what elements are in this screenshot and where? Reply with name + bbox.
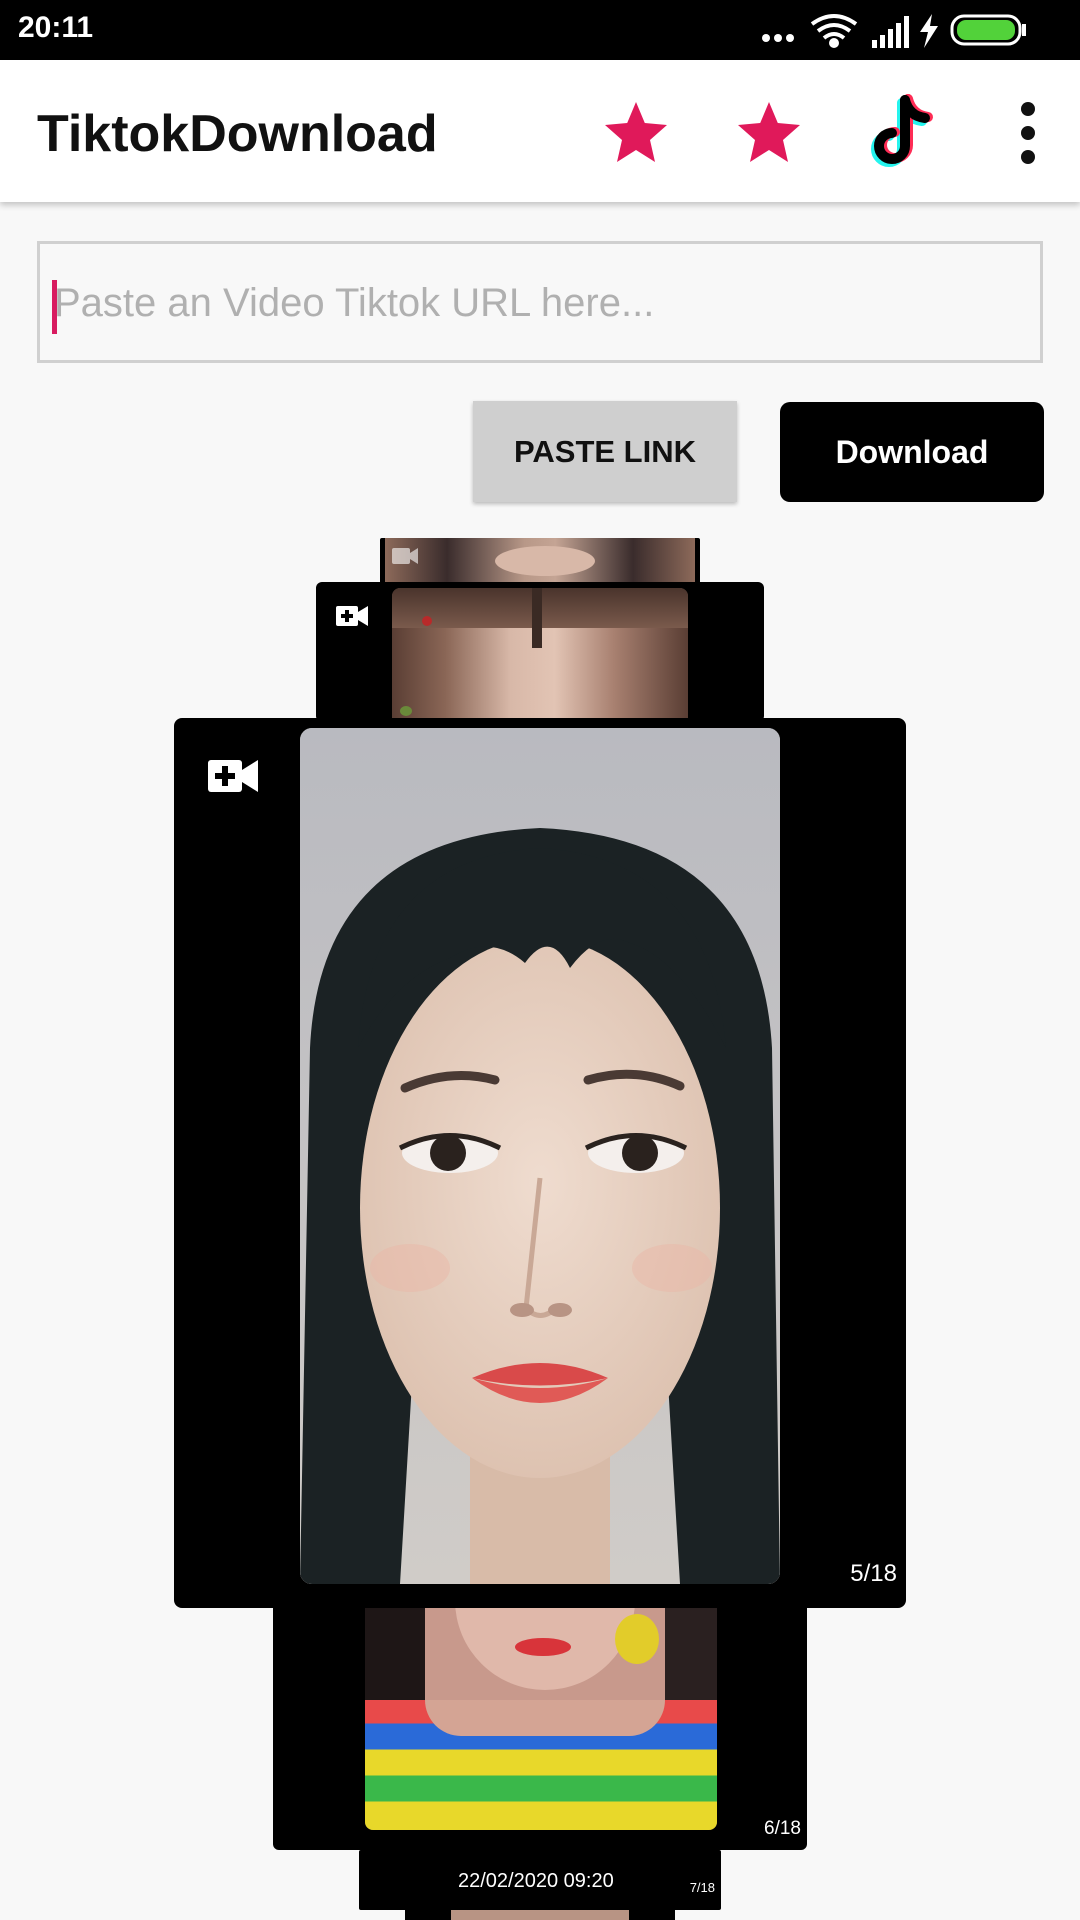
tiktok-icon [871, 94, 933, 167]
url-input-container [37, 241, 1043, 363]
video-card-main[interactable]: 5/18 [174, 718, 906, 1608]
status-icons [762, 14, 1026, 48]
video-card[interactable] [380, 538, 700, 584]
video-camera-add-icon [392, 548, 418, 564]
video-counter: 5/18 [850, 1560, 897, 1587]
text-caret [52, 280, 57, 334]
charging-icon [920, 14, 938, 48]
star-button-1[interactable] [601, 98, 671, 168]
video-thumbnail [300, 728, 780, 1584]
video-card[interactable] [316, 582, 764, 722]
paste-link-button[interactable]: PASTE LINK [473, 401, 737, 502]
app-title: TiktokDownload [37, 105, 438, 163]
signal-icon [872, 16, 909, 48]
more-vert-icon [1021, 102, 1035, 164]
video-counter: 7/18 [689, 1880, 715, 1895]
portrait-illustration [300, 728, 780, 1584]
star-icon [605, 102, 667, 162]
overflow-menu-button[interactable] [1008, 98, 1048, 168]
video-thumbnail [385, 538, 695, 584]
app-bar: TiktokDownload [0, 60, 1080, 202]
status-bar: 20:11 [0, 0, 1080, 60]
tiktok-button[interactable] [865, 92, 941, 172]
video-counter: 6/18 [764, 1818, 801, 1839]
battery-icon [950, 14, 1026, 46]
battery-fill [957, 20, 1015, 40]
star-icon [738, 102, 800, 162]
video-date: 22/02/2020 09:20 [458, 1870, 614, 1892]
video-card[interactable]: 6/18 [273, 1600, 807, 1850]
video-card[interactable]: 22/02/2020 09:20 7/18 [359, 1850, 721, 1910]
download-button[interactable]: Download [780, 402, 1044, 502]
status-time: 20:11 [18, 11, 94, 44]
video-camera-add-icon [208, 760, 258, 792]
video-thumbnail [365, 1600, 717, 1830]
url-input[interactable] [52, 244, 1036, 362]
more-dots-icon [762, 34, 794, 42]
star-button-2[interactable] [734, 98, 804, 168]
wifi-icon [810, 14, 858, 48]
video-camera-add-icon [336, 606, 368, 626]
video-thumbnail [392, 588, 688, 722]
